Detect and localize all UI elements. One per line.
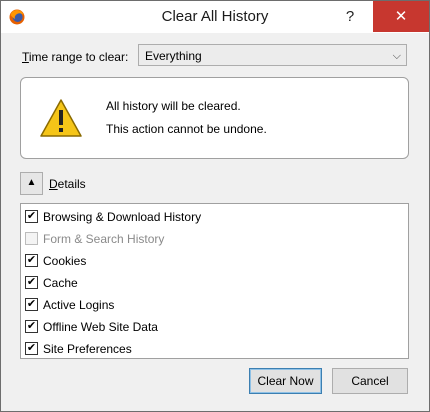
help-button[interactable]: ?: [327, 1, 373, 32]
checkbox[interactable]: [25, 232, 38, 245]
warning-line-2: This action cannot be undone.: [106, 122, 267, 136]
item-label: Browsing & Download History: [43, 210, 202, 224]
time-range-value: Everything: [145, 49, 202, 63]
item-label: Active Logins: [43, 298, 115, 312]
clear-history-dialog: Clear All History ? ✕ Time range to clea…: [0, 0, 430, 412]
cancel-button[interactable]: Cancel: [332, 368, 408, 394]
history-items-list: ✔ Browsing & Download History Form & Sea…: [20, 203, 409, 359]
title-bar: Clear All History ? ✕: [1, 1, 429, 33]
time-range-select[interactable]: Everything ⌵: [138, 44, 407, 66]
item-label: Cookies: [43, 254, 87, 268]
warning-panel: All history will be cleared. This action…: [20, 77, 409, 159]
time-range-label: Time range to clear:: [22, 50, 129, 64]
caret-up-icon: ▲: [26, 177, 37, 188]
details-toggle-button[interactable]: ▲: [20, 172, 43, 195]
chevron-down-icon: ⌵: [392, 50, 401, 62]
checkbox[interactable]: ✔: [25, 320, 38, 333]
item-label: Site Preferences: [43, 342, 132, 356]
item-label: Cache: [43, 276, 78, 290]
item-label: Form & Search History: [43, 232, 165, 246]
clear-now-button[interactable]: Clear Now: [249, 368, 322, 394]
checkbox[interactable]: ✔: [25, 342, 38, 355]
warning-triangle-icon: [40, 99, 82, 137]
item-label: Offline Web Site Data: [43, 320, 158, 334]
warning-line-1: All history will be cleared.: [106, 99, 241, 113]
close-button[interactable]: ✕: [373, 1, 429, 32]
checkbox[interactable]: ✔: [25, 276, 38, 289]
checkbox[interactable]: ✔: [25, 298, 38, 311]
checkbox[interactable]: ✔: [25, 254, 38, 267]
dialog-body: Time range to clear: Everything ⌵ All hi…: [1, 33, 429, 411]
details-label: Details: [49, 177, 86, 191]
checkbox[interactable]: ✔: [25, 210, 38, 223]
